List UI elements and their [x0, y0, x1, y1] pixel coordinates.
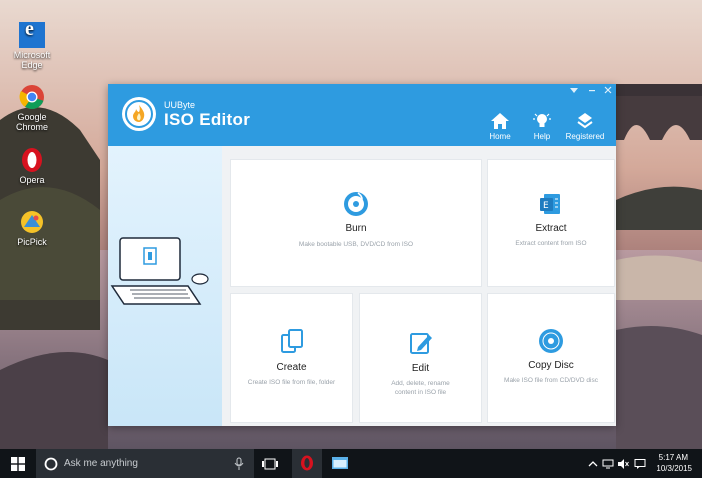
edit-card[interactable]: Edit Add, delete, rename content in ISO … [359, 293, 482, 423]
search-placeholder: Ask me anything [64, 458, 138, 469]
iso-editor-window: UUByte ISO Editor Home Help Registered B… [108, 84, 616, 426]
lightbulb-icon [533, 113, 551, 127]
cortana-icon [44, 457, 58, 471]
svg-text:E: E [543, 201, 549, 211]
registered-icon [577, 113, 593, 129]
desktop-icon-label: Microsoft Edge [13, 50, 51, 70]
edit-description-line2: content in ISO file [394, 389, 447, 396]
edit-title: Edit [411, 363, 430, 374]
burn-card[interactable]: Burn Make bootable USB, DVD/CD from ISO [230, 159, 482, 287]
nav-help-button[interactable]: Help [520, 112, 564, 141]
desktop-icon-edge[interactable]: e Microsoft Edge [4, 19, 60, 70]
action-center-icon[interactable] [634, 459, 646, 469]
close-icon [604, 86, 612, 94]
microphone-icon[interactable] [234, 457, 244, 471]
minimize-button[interactable] [586, 86, 598, 96]
app-header: UUByte ISO Editor Home Help Registered [108, 84, 616, 146]
start-button[interactable] [0, 449, 36, 478]
nav-help-label: Help [533, 132, 551, 141]
fire-icon [125, 100, 153, 128]
opera-icon [301, 455, 313, 471]
burn-disc-icon [344, 192, 368, 216]
copy-disc-title: Copy Disc [528, 360, 574, 371]
desktop-icon-label: Opera [19, 175, 45, 185]
burn-description: Make bootable USB, DVD/CD from ISO [298, 241, 414, 248]
desktop-icon-opera[interactable]: Opera [4, 147, 60, 185]
minimize-icon [589, 90, 595, 92]
app-window-icon [332, 457, 348, 469]
tray-chevron-up-icon[interactable] [588, 460, 598, 468]
network-icon[interactable] [602, 459, 614, 469]
copy-disc-description: Make ISO file from CD/DVD disc [504, 377, 598, 384]
picpick-icon [21, 211, 43, 233]
opera-icon [22, 148, 42, 172]
desktop-icon-chrome[interactable]: Google Chrome [4, 84, 60, 132]
close-button[interactable] [602, 86, 614, 96]
extract-icon: E [540, 194, 560, 214]
create-description: Create ISO file from file, folder [247, 379, 336, 386]
home-icon [491, 113, 509, 129]
nav-home-label: Home [489, 132, 511, 141]
edge-icon: e [19, 19, 45, 48]
sidebar-illustration [108, 146, 222, 426]
extract-card[interactable]: E Extract Extract content from ISO [487, 159, 615, 287]
app-logo [122, 97, 156, 131]
create-title: Create [276, 362, 307, 373]
burn-title: Burn [345, 223, 367, 234]
app-title: ISO Editor [164, 110, 251, 129]
taskbar-iso-editor-button[interactable] [326, 449, 354, 478]
task-view-icon[interactable] [262, 458, 278, 470]
create-card[interactable]: Create Create ISO file from file, folder [230, 293, 353, 423]
edit-pencil-icon [409, 333, 432, 354]
extract-title: Extract [535, 223, 567, 234]
laptop-illustration [110, 237, 209, 305]
clock-time[interactable]: 5:17 AM [659, 453, 688, 462]
windows-logo-icon [11, 457, 25, 471]
extract-description: Extract content from ISO [515, 240, 587, 247]
edit-description-line1: Add, delete, rename [391, 380, 450, 387]
taskbar: Ask me anything 5:17 AM 10/3/2015 [0, 449, 702, 478]
nav-registered-button[interactable]: Registered [563, 112, 607, 141]
nav-registered-label: Registered [565, 132, 605, 141]
create-copy-icon [280, 329, 303, 353]
disc-icon [539, 329, 563, 353]
copy-disc-card[interactable]: Copy Disc Make ISO file from CD/DVD disc [487, 293, 615, 423]
cortana-search-box[interactable]: Ask me anything [36, 449, 254, 478]
brand-name: UUByte [164, 100, 196, 110]
pin-button[interactable] [568, 86, 580, 96]
desktop-icon-picpick[interactable]: PicPick [4, 209, 60, 247]
volume-muted-icon[interactable] [617, 459, 629, 469]
desktop-icon-label: Google Chrome [15, 112, 48, 132]
clock-date[interactable]: 10/3/2015 [656, 464, 692, 473]
pin-icon [570, 88, 578, 93]
desktop-icon-label: PicPick [17, 237, 47, 247]
nav-home-button[interactable]: Home [478, 112, 522, 141]
chrome-icon [19, 85, 44, 110]
taskbar-opera-button[interactable] [292, 449, 322, 478]
